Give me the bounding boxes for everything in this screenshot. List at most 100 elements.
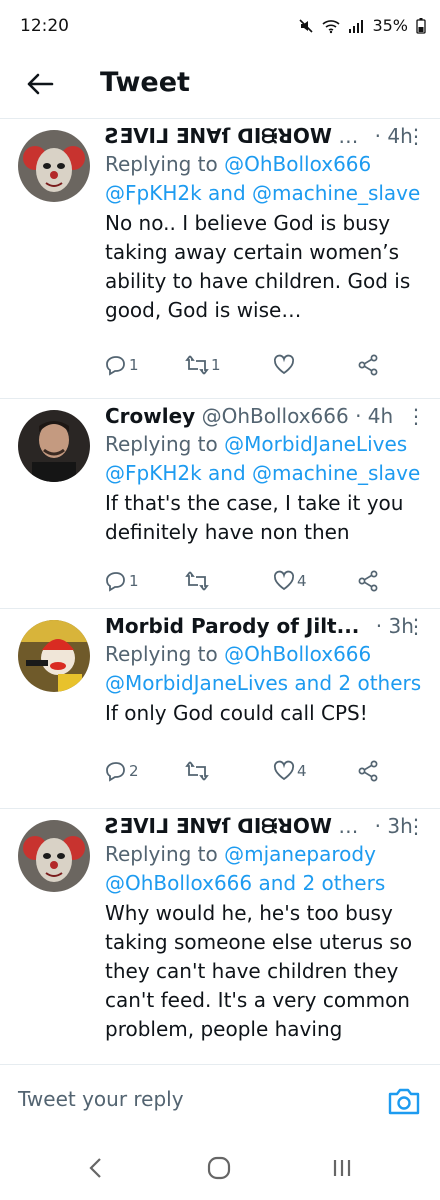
retweet-button[interactable]	[185, 570, 211, 592]
tweet-text-line: good, God is wise…	[105, 298, 302, 322]
tweet-text: If only God could call CPS!	[105, 699, 426, 728]
display-name[interactable]: Morbid Parody of Jilt...	[105, 614, 359, 638]
retweet-button[interactable]: 1	[185, 354, 221, 376]
reply-button[interactable]: 1	[105, 354, 139, 376]
replying-to-line2: @MorbidJaneLives and 2 others	[105, 669, 426, 698]
reply-button[interactable]: 1	[105, 570, 139, 592]
mention-link[interactable]: @MorbidJaneLives	[224, 432, 407, 456]
wifi-icon	[322, 19, 340, 33]
chevron-left-icon	[89, 1158, 101, 1178]
mention-link[interactable]: @FpKH2k and @machine_slave	[105, 461, 420, 485]
mention-link[interactable]: @MorbidJaneLives and 2 others	[105, 671, 421, 695]
tweet[interactable]: ƧƎVI⅃ ƎN∀ſ ᗡIᙠꓤOW … · 3h ⋮ Replying to @…	[0, 808, 440, 1064]
camera-button[interactable]	[386, 1083, 422, 1119]
tweet-header: ƧƎVI⅃ ƎN∀ſ ᗡIᙠꓤOW … · 3h ⋮	[105, 812, 426, 840]
more-icon[interactable]: ⋮	[406, 402, 426, 430]
reply-count: 1	[129, 572, 139, 590]
tweet-text-line: taking away certain women’s	[105, 240, 400, 264]
tweet-text-line: can't feed. It's a very common	[105, 988, 410, 1012]
battery-percent: 35%	[372, 16, 408, 35]
camera-icon	[388, 1088, 420, 1115]
mention-link[interactable]: @FpKH2k and @machine_slave	[105, 181, 420, 205]
replying-to-line2: @FpKH2k and @machine_slave	[105, 179, 426, 208]
replying-prefix: Replying to	[105, 642, 225, 666]
signal-icon	[349, 19, 364, 33]
share-button[interactable]	[357, 760, 379, 782]
user-handle[interactable]: @OhBollox666	[202, 404, 349, 428]
share-button[interactable]	[357, 570, 379, 592]
mention-link[interactable]: @OhBollox666	[224, 152, 371, 176]
battery-icon	[416, 17, 426, 34]
tweet-text-line: If that's the case, I take it you	[105, 491, 404, 515]
reply-input[interactable]: Tweet your reply	[18, 1087, 184, 1111]
profile-photo-image	[18, 410, 90, 482]
tweet-time: · 4h	[355, 404, 394, 428]
avatar[interactable]	[18, 620, 90, 692]
display-name[interactable]: Crowley	[105, 404, 195, 428]
replying-prefix: Replying to	[105, 842, 225, 866]
retweet-icon	[185, 571, 209, 591]
like-count: 4	[297, 572, 307, 590]
retweet-icon	[185, 355, 209, 375]
replying-to-line2: @FpKH2k and @machine_slave	[105, 459, 426, 488]
like-button[interactable]	[273, 354, 297, 376]
avatar[interactable]	[18, 410, 90, 482]
replying-to: Replying to @mjaneparody	[105, 840, 426, 869]
name-ellipsis: …	[338, 814, 359, 838]
tweet-text: No no.. I believe God is busy taking awa…	[105, 209, 426, 325]
like-button[interactable]: 4	[273, 760, 307, 782]
tweet-header: ƧƎVI⅃ ƎN∀ſ ᗡIᙠꓤOW … · 4h ⋮	[105, 122, 426, 150]
mention-link[interactable]: @OhBollox666	[224, 642, 371, 666]
tweet-actions: 1 1	[105, 354, 395, 382]
display-name[interactable]: ƧƎVI⅃ ƎN∀ſ ᗡIᙠꓤOW	[105, 124, 332, 148]
reply-count: 1	[129, 356, 139, 374]
share-button[interactable]	[357, 354, 379, 376]
mention-link[interactable]: @OhBollox666 and 2 others	[105, 871, 385, 895]
more-icon[interactable]: ⋮	[406, 812, 426, 840]
mute-icon	[299, 18, 314, 33]
tweet[interactable]: Morbid Parody of Jilt... · 3h ⋮ Replying…	[0, 608, 440, 809]
tweet[interactable]: ƧƎVI⅃ ƎN∀ſ ᗡIᙠꓤOW … · 4h ⋮ Replying to @…	[0, 118, 440, 399]
reply-count: 2	[129, 762, 139, 780]
tweet-content: ƧƎVI⅃ ƎN∀ſ ᗡIᙠꓤOW … · 4h ⋮ Replying to @…	[105, 122, 426, 325]
back-arrow-icon	[27, 73, 54, 95]
tweet-text-line: taking someone else uterus so	[105, 930, 413, 954]
heart-icon	[273, 760, 295, 781]
retweet-icon	[185, 761, 209, 781]
tweet[interactable]: Crowley @OhBollox666 · 4h ⋮ Replying to …	[0, 398, 440, 609]
more-icon[interactable]: ⋮	[406, 612, 426, 640]
display-name[interactable]: ƧƎVI⅃ ƎN∀ſ ᗡIᙠꓤOW	[105, 814, 332, 838]
tweet-header: Morbid Parody of Jilt... · 3h ⋮	[105, 612, 426, 640]
like-count: 4	[297, 762, 307, 780]
replying-prefix: Replying to	[105, 432, 225, 456]
more-icon[interactable]: ⋮	[406, 122, 426, 150]
status-time: 12:20	[20, 16, 69, 36]
nav-recents-button[interactable]	[322, 1148, 362, 1188]
tweet-content: Crowley @OhBollox666 · 4h ⋮ Replying to …	[105, 402, 426, 547]
reply-button[interactable]: 2	[105, 760, 139, 782]
tweet-text-line: definitely have non then	[105, 520, 350, 544]
reply-composer[interactable]: Tweet your reply	[0, 1064, 440, 1137]
retweet-count: 1	[211, 356, 221, 374]
nav-home-button[interactable]	[199, 1148, 239, 1188]
replying-to: Replying to @MorbidJaneLives	[105, 430, 426, 459]
avatar[interactable]	[18, 130, 90, 202]
avatar[interactable]	[18, 820, 90, 892]
tweet-text-line: they can't have children they	[105, 959, 399, 983]
replying-to: Replying to @OhBollox666	[105, 150, 426, 179]
share-icon	[358, 760, 378, 782]
clown-avatar-image	[18, 130, 90, 202]
clown-avatar-image	[18, 820, 90, 892]
tweet-text-line: ability to have children. God is	[105, 269, 411, 293]
clown-mascot-avatar-image	[18, 620, 90, 692]
back-button[interactable]	[22, 66, 58, 102]
mention-link[interactable]: @mjaneparody	[224, 842, 376, 866]
heart-icon	[273, 354, 295, 375]
tweet-text-line: problem, people having	[105, 1017, 343, 1041]
replying-prefix: Replying to	[105, 152, 225, 176]
retweet-button[interactable]	[185, 760, 211, 782]
like-button[interactable]: 4	[273, 570, 307, 592]
nav-back-button[interactable]	[76, 1148, 116, 1188]
reply-icon	[106, 762, 125, 782]
tweet-actions: 2 4	[105, 760, 395, 788]
